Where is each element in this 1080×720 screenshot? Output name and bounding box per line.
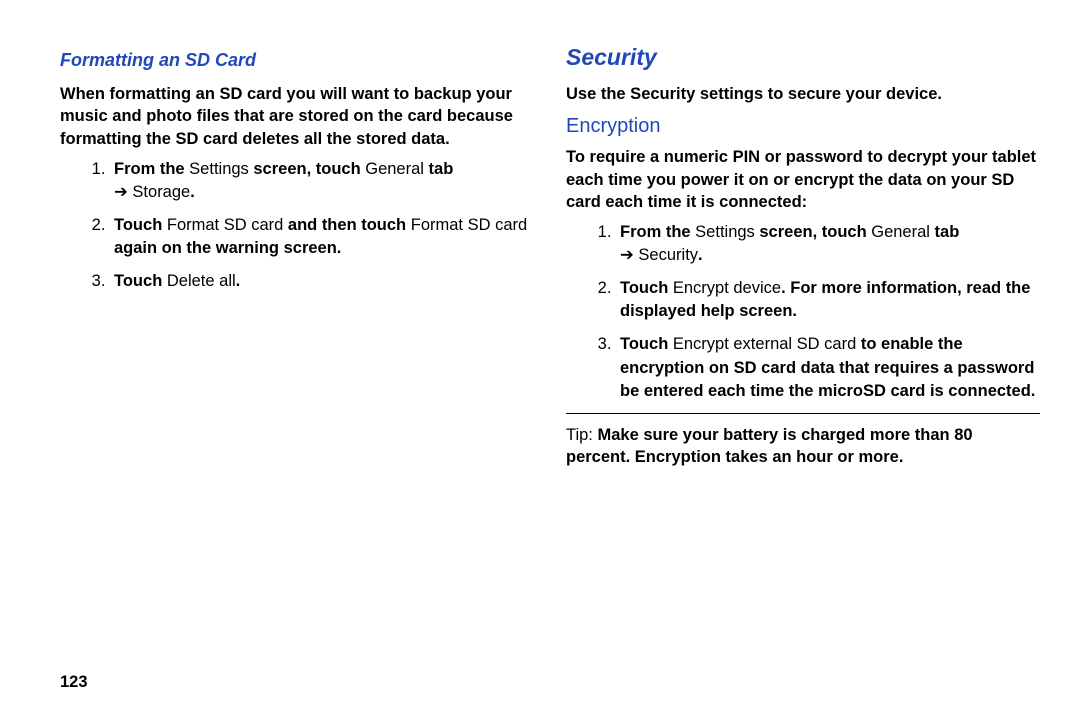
battery-tip: Tip: Make sure your battery is charged m… [566,424,1040,469]
encryption-heading: Encryption [566,115,1040,138]
step-item: Touch Encrypt external SD card to enable… [616,333,1040,402]
document-page: Formatting an SD Card When formatting an… [0,0,1080,720]
step-item: Touch Encrypt device. For more informati… [616,277,1040,323]
divider [566,413,1040,414]
step-item: Touch Format SD card and then touch Form… [110,214,534,260]
step-item: From the Settings screen, touch General … [110,158,534,204]
page-number: 123 [60,673,88,692]
security-intro: Use the Security settings to secure your… [566,83,1040,105]
encryption-body: To require a numeric PIN or password to … [566,146,1040,213]
formatting-sd-card-heading: Formatting an SD Card [60,50,534,71]
left-column: Formatting an SD Card When formatting an… [60,40,534,690]
encryption-steps: From the Settings screen, touch General … [566,221,1040,403]
step-item: Touch Delete all. [110,270,534,293]
formatting-intro: When formatting an SD card you will want… [60,83,534,150]
security-heading: Security [566,44,1040,71]
right-column: Security Use the Security settings to se… [566,40,1040,690]
step-item: From the Settings screen, touch General … [616,221,1040,267]
formatting-steps: From the Settings screen, touch General … [60,158,534,293]
